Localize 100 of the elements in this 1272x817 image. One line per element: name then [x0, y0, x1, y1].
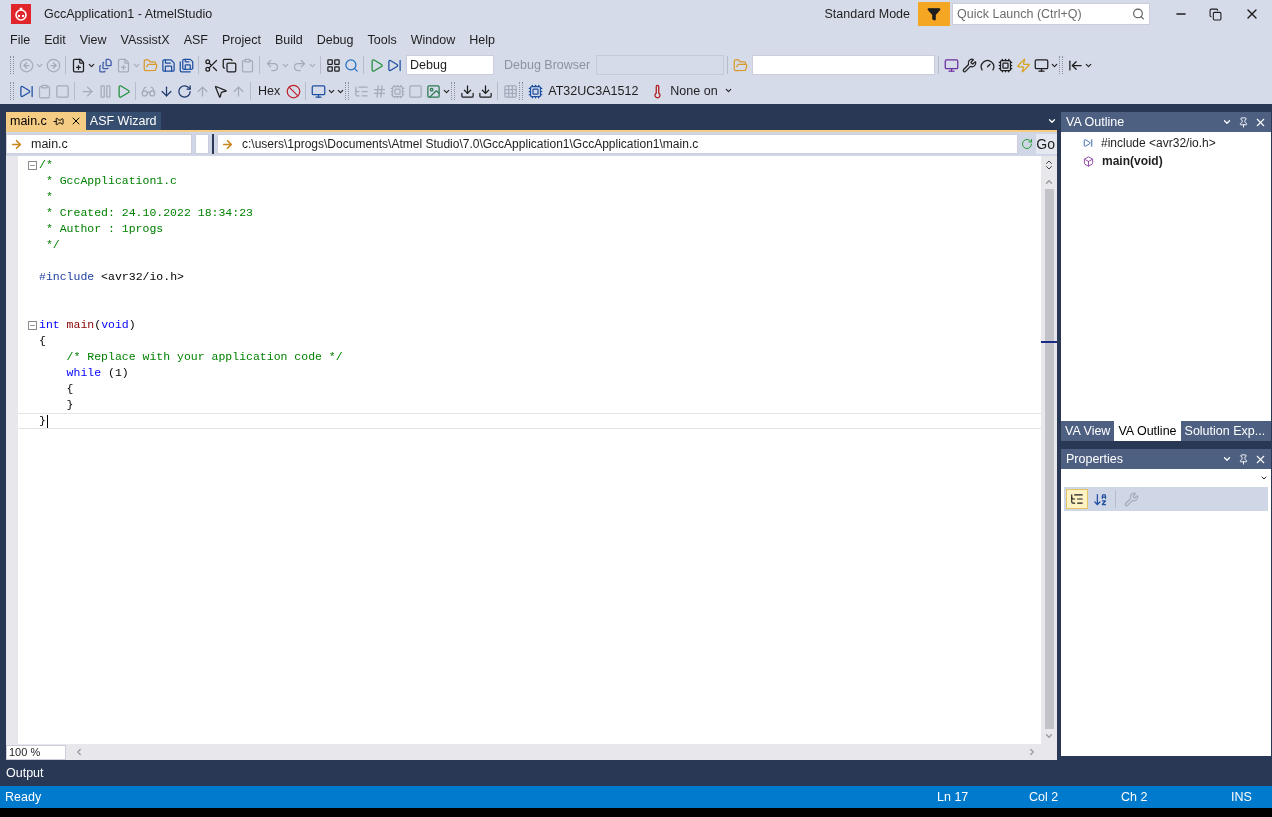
go-button[interactable]: Go	[1036, 134, 1057, 154]
program-icon[interactable]	[459, 83, 475, 99]
code-line: /* Replace with your application code */	[65, 349, 343, 366]
code-line: */	[44, 237, 60, 254]
character-number: Ch 2	[1121, 788, 1149, 806]
code-line: }	[65, 397, 74, 414]
document-tab[interactable]: main.c	[6, 112, 86, 130]
split-icon[interactable]	[1043, 159, 1055, 171]
play-icon[interactable]	[368, 57, 384, 73]
image-icon[interactable]	[425, 83, 441, 99]
scrollbar-thumb[interactable]	[1044, 189, 1054, 729]
step-icon[interactable]	[386, 57, 402, 73]
outline-item[interactable]: #include <avr32/io.h>	[1101, 134, 1216, 152]
menu-item[interactable]: VAssistX	[113, 30, 177, 50]
pin-icon[interactable]	[1238, 116, 1249, 128]
insert-mode: INS	[1231, 788, 1253, 806]
menu-item[interactable]: Window	[403, 30, 463, 50]
documents-icon[interactable]	[97, 57, 113, 73]
collapse-toggle-icon[interactable]	[28, 320, 37, 330]
menu-item[interactable]: Project	[215, 30, 268, 50]
terminal-icon[interactable]	[1033, 57, 1049, 73]
code-line: * GccApplication1.c	[44, 173, 178, 190]
status-message: Ready	[5, 788, 43, 806]
panel-tab[interactable]: Solution Exp...	[1180, 421, 1270, 441]
code-line: *	[44, 189, 53, 206]
panel-title: VA Outline	[1066, 113, 1126, 131]
menu-item[interactable]: File	[3, 30, 38, 50]
save-all-icon[interactable]	[178, 57, 194, 73]
chip-icon[interactable]	[997, 57, 1013, 73]
quick-launch-field[interactable]: Quick Launch (Ctrl+Q)	[952, 3, 1150, 25]
window-icon[interactable]	[310, 83, 326, 99]
app-logo-icon	[11, 4, 31, 24]
search-icon[interactable]	[343, 57, 359, 73]
file-dropdown[interactable]: main.c	[6, 134, 192, 154]
search-icon[interactable]	[1131, 7, 1145, 21]
grid-icon[interactable]	[325, 57, 341, 73]
menu-item[interactable]: Edit	[37, 30, 73, 50]
code-line: * Author : 1progs	[44, 221, 164, 238]
tool-button[interactable]: None on	[668, 81, 720, 101]
code-line: }	[39, 413, 48, 430]
panel-tab[interactable]: VA Outline	[1114, 421, 1181, 441]
menu-item[interactable]: Build	[267, 30, 310, 50]
chip-icon[interactable]	[527, 83, 543, 99]
code-line: {	[39, 333, 46, 350]
save-icon[interactable]	[160, 57, 176, 73]
pin-icon[interactable]	[1238, 453, 1249, 465]
step-into-icon[interactable]	[158, 83, 174, 99]
path-dropdown[interactable]: c:\users\1progs\Documents\Atmel Studio\7.0\GccApplication1\GccApplication1\main.c	[217, 134, 1019, 154]
outline-item[interactable]: main(void)	[1102, 152, 1163, 170]
code-line: {	[65, 381, 74, 398]
window-title: GccApplication1 - AtmelStudio	[44, 5, 213, 23]
menu-item[interactable]: Debug	[309, 30, 361, 50]
categorized-icon[interactable]	[1070, 492, 1084, 506]
alphabetical-icon[interactable]	[1092, 491, 1108, 507]
caret-icon[interactable]	[1047, 116, 1057, 126]
collapse-toggle-icon[interactable]	[28, 160, 37, 170]
gauge-icon[interactable]	[979, 57, 995, 73]
start-debug-icon[interactable]	[18, 83, 34, 99]
new-file-icon[interactable]	[70, 57, 86, 73]
column-number: Col 2	[1029, 788, 1060, 806]
arrow-icon	[221, 137, 234, 151]
mode-label: Standard Mode	[824, 5, 910, 23]
menu-item[interactable]: View	[72, 30, 114, 50]
panel-tab[interactable]: VA View	[1061, 421, 1115, 441]
document-tab[interactable]: ASF Wizard	[85, 112, 161, 130]
code-line: * Created: 24.10.2022 18:34:23	[44, 205, 253, 222]
code-line: #include <avr32/io.h>	[39, 269, 184, 286]
line-number: Ln 17	[937, 788, 970, 806]
erase-icon[interactable]	[477, 83, 493, 99]
include-icon	[1083, 138, 1093, 148]
code-line: /*	[39, 157, 53, 174]
clipboard-icon[interactable]	[239, 57, 255, 73]
pin-icon[interactable]	[52, 115, 64, 127]
copy-icon[interactable]	[221, 57, 237, 73]
output-tab[interactable]: Output	[6, 763, 44, 783]
monitor-icon[interactable]	[943, 57, 959, 73]
hex-button[interactable]: Hex	[254, 81, 285, 101]
pointer-icon[interactable]	[212, 83, 228, 99]
panel-title: Properties	[1066, 450, 1124, 468]
breakpoint-icon[interactable]	[285, 83, 301, 99]
menu-item[interactable]: Help	[462, 30, 502, 50]
configuration-dropdown[interactable]: Debug	[406, 55, 494, 75]
device-button[interactable]: AT32UC3A1512	[546, 81, 641, 101]
wrench-icon[interactable]	[961, 57, 977, 73]
menu-item[interactable]: ASF	[176, 30, 215, 50]
continue-icon[interactable]	[115, 83, 131, 99]
step-over-icon[interactable]	[176, 83, 192, 99]
arrow-icon	[10, 137, 23, 151]
zoom-dropdown[interactable]: 100 %	[6, 744, 66, 760]
code-line: int main(void)	[39, 317, 136, 334]
filter-icon[interactable]	[927, 7, 941, 21]
menu-item[interactable]: Tools	[360, 30, 404, 50]
caret-icon[interactable]	[1222, 454, 1232, 464]
scissors-icon[interactable]	[203, 57, 219, 73]
code-line: while (1)	[65, 365, 129, 382]
restore-icon[interactable]	[1208, 7, 1222, 21]
cube-icon	[1083, 155, 1094, 167]
caret-icon[interactable]	[1222, 117, 1232, 127]
caret-icon[interactable]	[1260, 474, 1268, 482]
position-marker	[1041, 341, 1057, 343]
